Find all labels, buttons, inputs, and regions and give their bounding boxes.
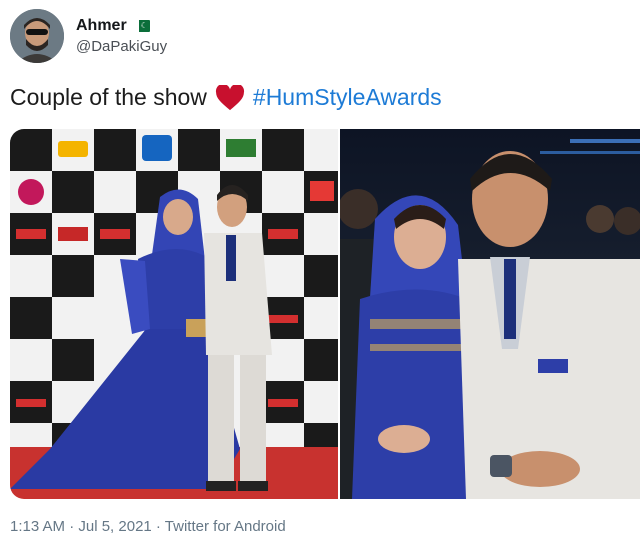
- tweet-meta[interactable]: 1:13 AM · Jul 5, 2021 · Twitter for Andr…: [10, 518, 286, 535]
- user-names: Ahmer ☾ @DaPakiGuy: [76, 17, 167, 55]
- display-name-row[interactable]: Ahmer ☾: [76, 17, 167, 35]
- display-name[interactable]: Ahmer: [76, 17, 127, 35]
- photo-seated-couple[interactable]: [340, 129, 640, 499]
- tweet-header: Ahmer ☾ @DaPakiGuy: [10, 8, 167, 64]
- heart-icon: [215, 84, 244, 110]
- tweet-text: Couple of the show #HumStyleAwards: [10, 84, 442, 111]
- user-handle[interactable]: @DaPakiGuy: [76, 38, 167, 55]
- pakistan-flag-icon: ☾: [134, 20, 150, 32]
- photo-red-carpet[interactable]: [10, 129, 338, 499]
- avatar-image: [10, 9, 64, 63]
- hashtag-link[interactable]: #HumStyleAwards: [253, 84, 442, 111]
- media-gallery: [10, 129, 640, 499]
- seated-couple-photo-image: [340, 129, 640, 499]
- red-carpet-photo-image: [10, 129, 338, 499]
- tweet-body: Couple of the show: [10, 84, 207, 110]
- avatar[interactable]: [10, 9, 64, 63]
